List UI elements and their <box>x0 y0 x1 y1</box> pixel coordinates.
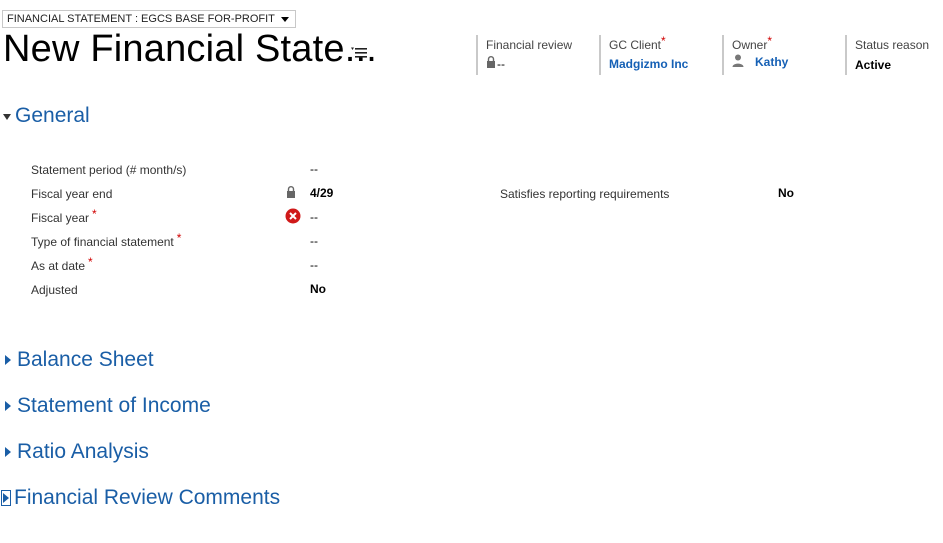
section-income-title: Statement of Income <box>17 394 211 417</box>
owner-link[interactable]: Kathy <box>755 55 788 69</box>
gc-client-link[interactable]: Madgizmo Inc <box>609 57 688 71</box>
lock-icon <box>486 56 496 71</box>
chevron-down-icon <box>280 16 289 22</box>
chevron-down-icon <box>3 114 11 120</box>
header-label-owner: Owner <box>732 38 768 52</box>
field-value-adjusted[interactable]: No <box>310 282 326 296</box>
section-income-header[interactable]: Statement of Income <box>3 394 211 418</box>
field-value-as-at-date[interactable]: -- <box>310 258 318 272</box>
section-comments-header[interactable]: Financial Review Comments <box>1 486 280 510</box>
field-value-type-of-financial-statement[interactable]: -- <box>310 234 318 248</box>
divider <box>722 35 724 75</box>
required-marker: * <box>661 34 666 48</box>
lock-icon <box>286 185 296 203</box>
field-label-as-at-date: As at date * <box>31 255 93 273</box>
chevron-right-icon <box>1 490 11 506</box>
header-value-status-reason: Active <box>855 58 892 72</box>
section-general-title: General <box>15 104 90 127</box>
required-marker: * <box>767 34 773 48</box>
header-value-financial-review: -- <box>497 56 505 71</box>
chevron-right-icon <box>5 355 11 365</box>
required-marker: * <box>88 255 93 269</box>
section-ratio-header[interactable]: Ratio Analysis <box>3 440 149 464</box>
chevron-right-icon <box>5 447 11 457</box>
field-label-type-of-financial-statement: Type of financial statement * <box>31 231 182 249</box>
header-label-gc-client: GC Client <box>609 38 662 52</box>
header-label-status-reason: Status reason <box>855 38 930 52</box>
error-icon <box>285 208 301 229</box>
section-ratio-title: Ratio Analysis <box>17 440 149 463</box>
field-value-fiscal-year-end: 4/29 <box>310 186 334 200</box>
form-selector-label: FINANCIAL STATEMENT : EGCS BASE FOR-PROF… <box>7 13 275 25</box>
field-label-satisfies-reporting: Satisfies reporting requirements <box>500 187 670 201</box>
record-title: New Financial State... <box>3 28 378 70</box>
section-general-header[interactable]: General <box>3 104 90 128</box>
menu-icon[interactable] <box>351 46 369 60</box>
field-label-statement-period: Statement period (# month/s) <box>31 163 187 177</box>
field-label-fiscal-year: Fiscal year * <box>31 207 97 225</box>
chevron-right-icon <box>5 401 11 411</box>
divider <box>599 35 601 75</box>
header-label-financial-review: Financial review <box>486 38 573 52</box>
field-value-fiscal-year[interactable]: -- <box>310 210 318 224</box>
user-icon <box>732 54 744 70</box>
field-value-satisfies-reporting[interactable]: No <box>778 186 794 200</box>
field-value-statement-period[interactable]: -- <box>310 162 318 176</box>
section-comments-title: Financial Review Comments <box>14 486 281 509</box>
field-label-fiscal-year-end: Fiscal year end <box>31 187 113 201</box>
required-marker: * <box>176 231 182 245</box>
section-balance-sheet-header[interactable]: Balance Sheet <box>3 348 154 372</box>
divider <box>476 35 478 75</box>
field-label-adjusted: Adjusted <box>31 283 78 297</box>
form-selector[interactable]: FINANCIAL STATEMENT : EGCS BASE FOR-PROF… <box>2 10 296 28</box>
divider <box>845 35 847 75</box>
section-balance-sheet-title: Balance Sheet <box>17 348 154 371</box>
required-marker: * <box>92 207 97 221</box>
